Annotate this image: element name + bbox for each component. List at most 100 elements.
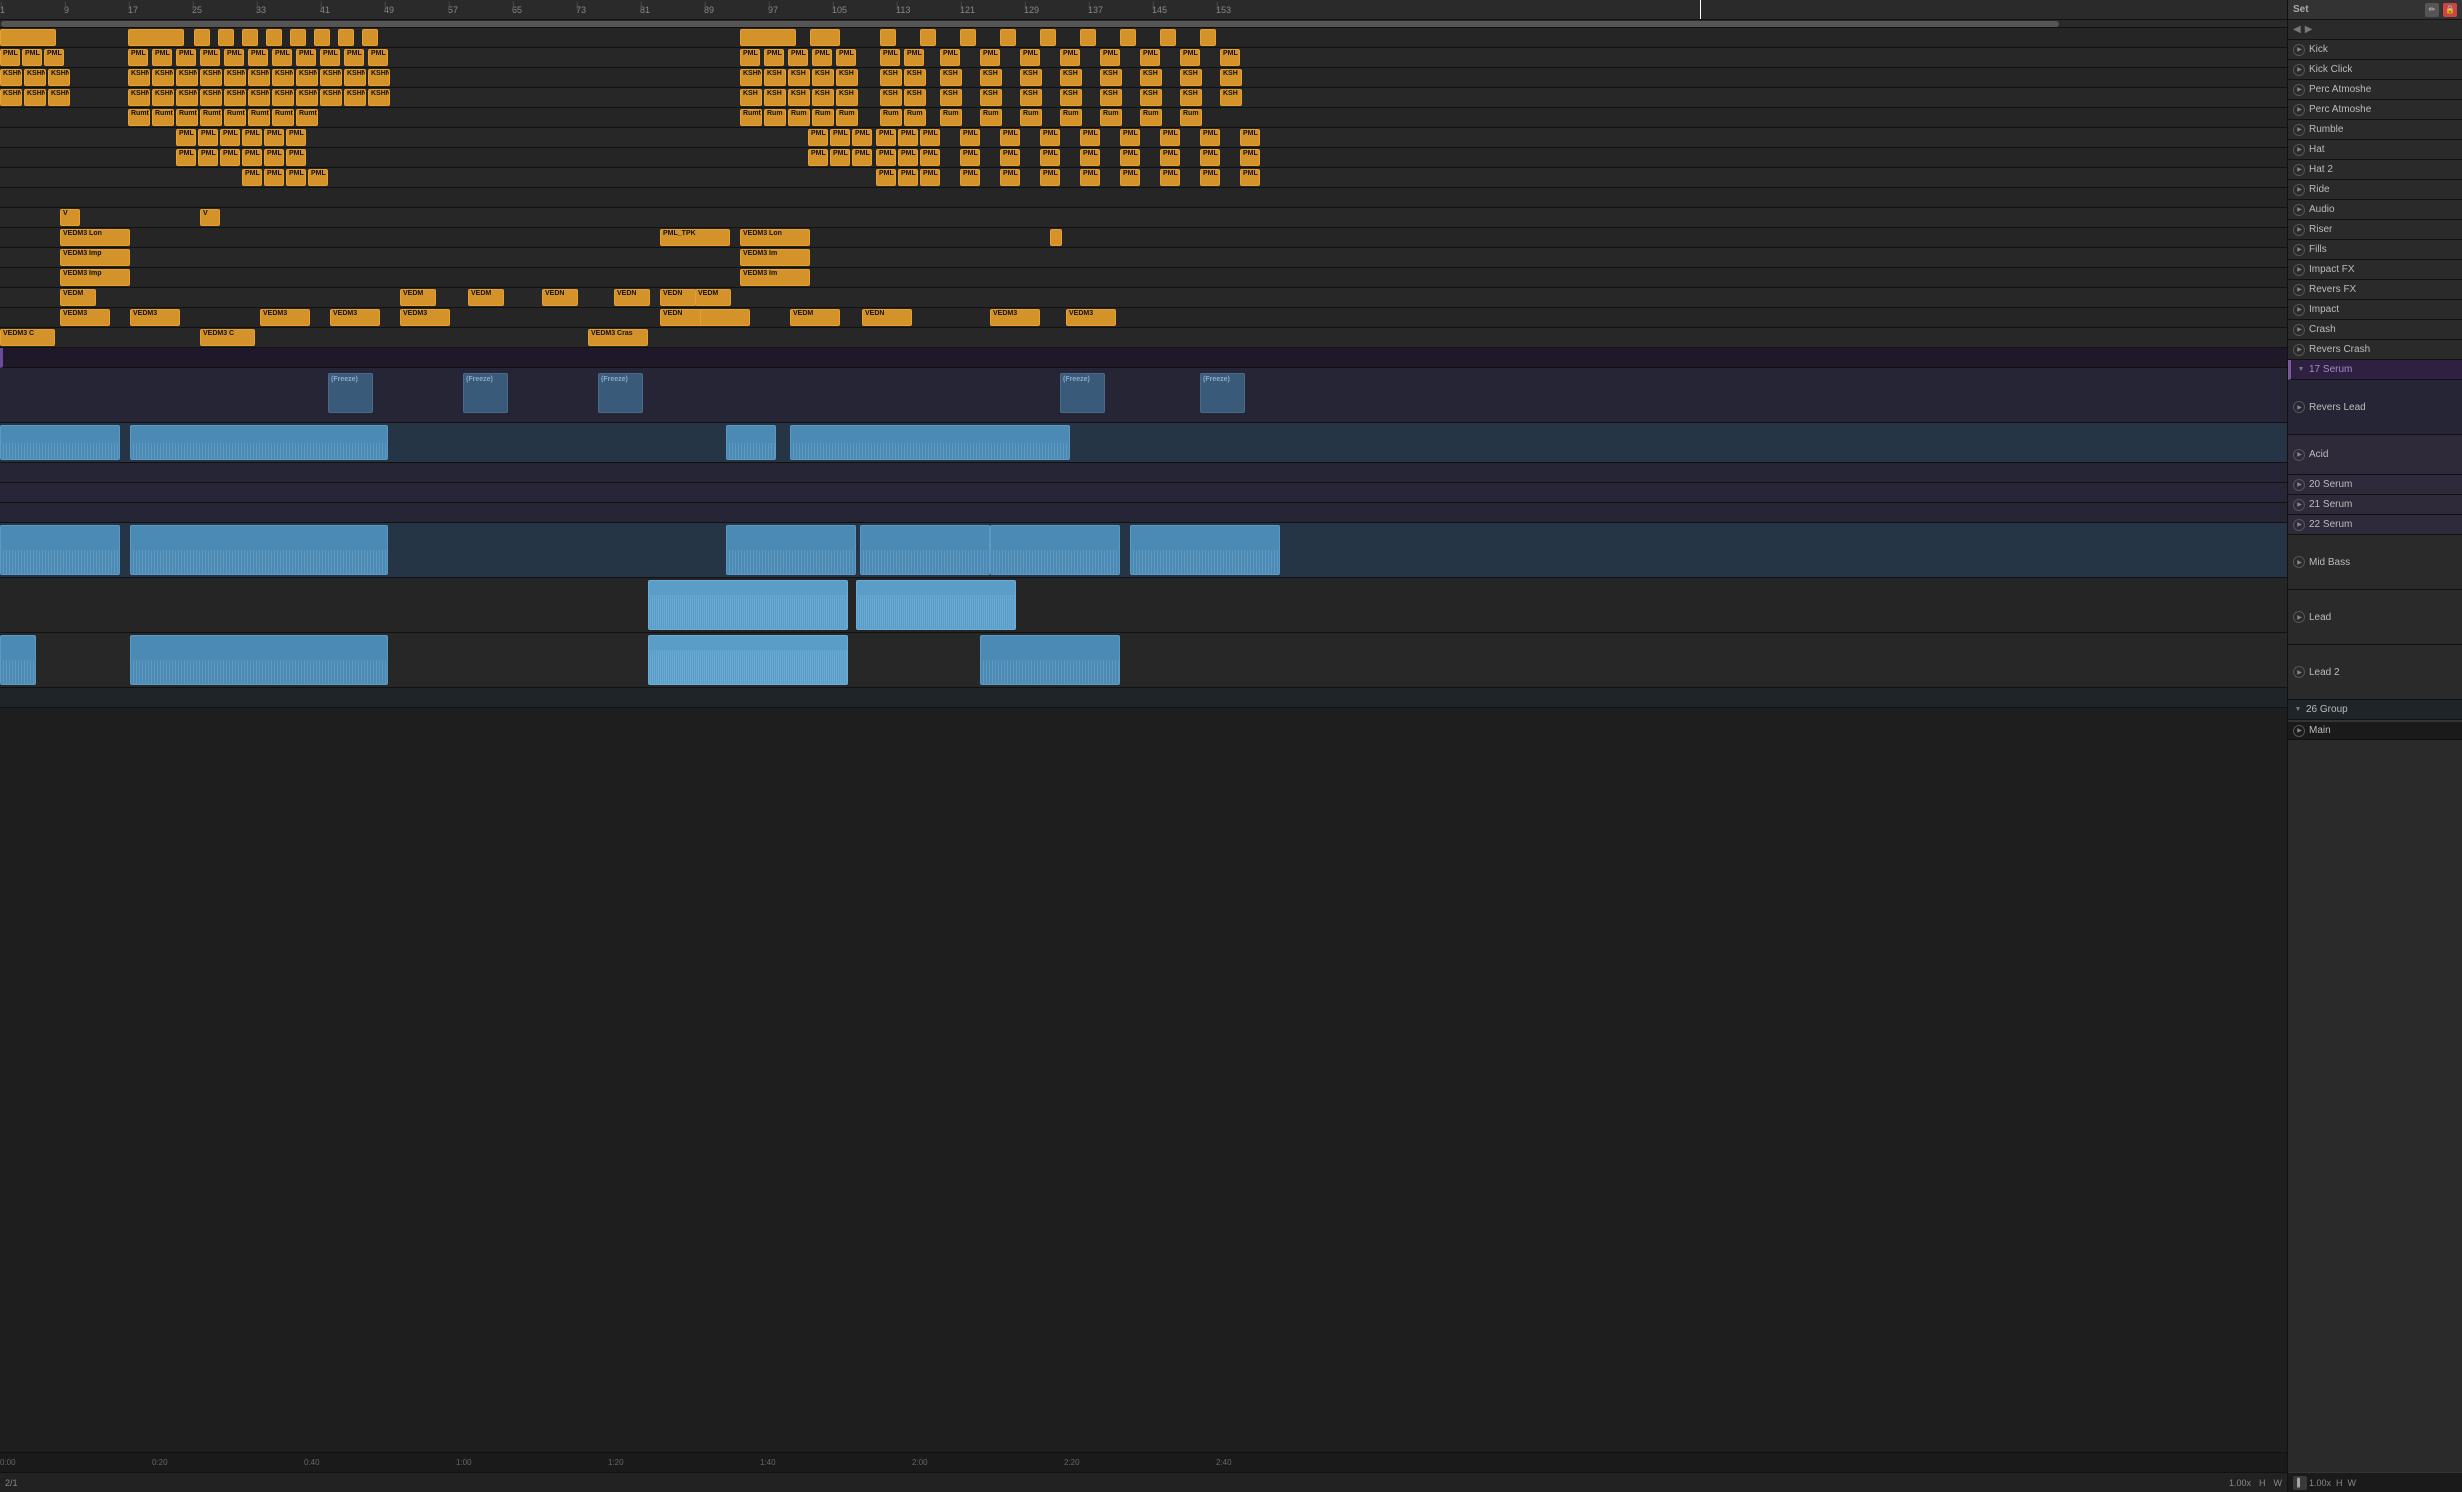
- clip-kick-19[interactable]: [1120, 29, 1136, 46]
- clip-freeze-2[interactable]: (Freeze): [463, 373, 508, 413]
- clip-pml6-6[interactable]: PML: [286, 129, 306, 146]
- play-btn-lead2[interactable]: [2293, 666, 2305, 678]
- clip-kshn3-8[interactable]: KSHN: [224, 69, 246, 86]
- clip-rumt-10[interactable]: Rum: [764, 109, 786, 126]
- clip-pml7-15[interactable]: PML: [1040, 149, 1060, 166]
- clip-crash-7[interactable]: [700, 309, 750, 326]
- clip-pml7-9[interactable]: PML: [852, 149, 872, 166]
- clip-pml6-11[interactable]: PML: [898, 129, 918, 146]
- play-btn-main[interactable]: [2293, 725, 2305, 737]
- clip-kshn3-7[interactable]: KSHN: [200, 69, 222, 86]
- clip-kshn4-6[interactable]: KSHN: [176, 89, 198, 106]
- clip-kshn4-4[interactable]: KSHN: [128, 89, 150, 106]
- clip-pml6-10[interactable]: PML: [876, 129, 896, 146]
- clip-kshn-29[interactable]: PML: [1220, 49, 1240, 66]
- clip-rumt-18[interactable]: Rum: [1020, 109, 1042, 126]
- clip-kshn4-29[interactable]: KSH: [1220, 89, 1242, 106]
- track-item-21-serum[interactable]: 21 Serum: [2288, 495, 2462, 515]
- play-btn-lead[interactable]: [2293, 611, 2305, 623]
- nav-right[interactable]: ▶: [2305, 24, 2313, 35]
- track-item-hat[interactable]: Hat: [2288, 140, 2462, 160]
- clip-kshn4-8[interactable]: KSHN: [224, 89, 246, 106]
- clip-kshn3-12[interactable]: KSHN: [320, 69, 342, 86]
- clip-kick-9[interactable]: [338, 29, 354, 46]
- clip-kshn3-5[interactable]: KSHN: [152, 69, 174, 86]
- clip-kshn-23[interactable]: PML: [980, 49, 1000, 66]
- clip-pml6-3[interactable]: PML: [220, 129, 240, 146]
- clip-kshn4-2[interactable]: KSHN: [24, 89, 46, 106]
- track-item-20-serum[interactable]: 20 Serum: [2288, 475, 2462, 495]
- collapse-btn-26-group[interactable]: [2293, 705, 2303, 715]
- clip-pml7-10[interactable]: PML: [876, 149, 896, 166]
- clip-kshn3-3[interactable]: KSHN: [48, 69, 70, 86]
- clip-pml7-13[interactable]: PML: [960, 149, 980, 166]
- clip-rumt-13[interactable]: Rum: [836, 109, 858, 126]
- clip-fills-3[interactable]: VEDM3 Lon: [740, 229, 810, 246]
- clip-pml8-7[interactable]: PML: [920, 169, 940, 186]
- clip-rumt-5[interactable]: Rumt: [224, 109, 246, 126]
- clip-rumt-6[interactable]: Rumt: [248, 109, 270, 126]
- clip-pml8-14[interactable]: PML: [1200, 169, 1220, 186]
- clip-lead2-1[interactable]: [0, 635, 36, 685]
- clip-kshn-3[interactable]: PML: [44, 49, 64, 66]
- play-btn-kick[interactable]: [2293, 44, 2305, 56]
- clip-pml7-12[interactable]: PML: [920, 149, 940, 166]
- clip-kshn3-22[interactable]: KSH: [940, 69, 962, 86]
- clip-imp-1[interactable]: VEDM: [60, 289, 96, 306]
- clip-kshn4-17[interactable]: KSH: [788, 89, 810, 106]
- clip-kshn-15[interactable]: PML: [740, 49, 760, 66]
- clip-crash-11[interactable]: VEDM3: [1066, 309, 1116, 326]
- header-btn-pencil[interactable]: ✏: [2425, 3, 2439, 17]
- clip-kshn3-13[interactable]: KSHN: [344, 69, 366, 86]
- clip-kshn-25[interactable]: PML: [1060, 49, 1080, 66]
- clip-freeze-1[interactable]: (Freeze): [328, 373, 373, 413]
- play-btn-hat2[interactable]: [2293, 164, 2305, 176]
- clip-pml7-14[interactable]: PML: [1000, 149, 1020, 166]
- track-item-lead[interactable]: Lead: [2288, 590, 2462, 645]
- play-btn-riser[interactable]: [2293, 224, 2305, 236]
- clip-kshn4-16[interactable]: KSH: [764, 89, 786, 106]
- clip-midbass-6[interactable]: [1130, 525, 1280, 575]
- track-item-main[interactable]: Main: [2288, 720, 2462, 740]
- clip-rumt-15[interactable]: Rum: [904, 109, 926, 126]
- clip-rumt-1[interactable]: Rumt: [128, 109, 150, 126]
- clip-acid-4[interactable]: [790, 425, 1070, 460]
- clip-fills-1[interactable]: VEDM3 Lon: [60, 229, 130, 246]
- clip-lead2-4[interactable]: [980, 635, 1120, 685]
- clip-kshn3-20[interactable]: KSH: [880, 69, 902, 86]
- play-btn-perc1[interactable]: [2293, 84, 2305, 96]
- clip-rumt-21[interactable]: Rum: [1140, 109, 1162, 126]
- clip-kshn3-2[interactable]: KSHN: [24, 69, 46, 86]
- header-btn-lock[interactable]: 🔒: [2443, 3, 2457, 17]
- clip-rumt-9[interactable]: Rumt: [740, 109, 762, 126]
- track-item-revers-lead[interactable]: Revers Lead: [2288, 380, 2462, 435]
- clip-kshn-26[interactable]: PML: [1100, 49, 1120, 66]
- clip-pml8-1[interactable]: PML: [242, 169, 262, 186]
- clip-pml8-10[interactable]: PML: [1040, 169, 1060, 186]
- clip-pml8-2[interactable]: PML: [264, 169, 284, 186]
- clip-acid-1[interactable]: [0, 425, 120, 460]
- clip-pml7-16[interactable]: PML: [1080, 149, 1100, 166]
- clip-imp-7[interactable]: VEDM: [695, 289, 731, 306]
- clip-rfx-1[interactable]: VEDM3 Imp: [60, 269, 130, 286]
- clip-kshn4-1[interactable]: KSHN: [0, 89, 22, 106]
- clip-kshn-22[interactable]: PML: [940, 49, 960, 66]
- clip-pml7-5[interactable]: PML: [264, 149, 284, 166]
- clip-kshn-12[interactable]: PML: [320, 49, 340, 66]
- clip-acid-3[interactable]: [726, 425, 776, 460]
- clip-pml8-11[interactable]: PML: [1080, 169, 1100, 186]
- clip-kick-11[interactable]: [740, 29, 796, 46]
- clip-kshn4-26[interactable]: KSH: [1100, 89, 1122, 106]
- track-item-17-serum[interactable]: 17 Serum: [2288, 360, 2462, 380]
- track-item-fills[interactable]: Fills: [2288, 240, 2462, 260]
- clip-pml7-6[interactable]: PML: [286, 149, 306, 166]
- play-btn-21-serum[interactable]: [2293, 499, 2305, 511]
- clip-imp-3[interactable]: VEDM: [468, 289, 504, 306]
- track-item-impact[interactable]: Impact: [2288, 300, 2462, 320]
- clip-kshn-19[interactable]: PML: [836, 49, 856, 66]
- clip-pml6-20[interactable]: PML: [1240, 129, 1260, 146]
- clip-lead2-2[interactable]: [130, 635, 388, 685]
- clip-pml6-5[interactable]: PML: [264, 129, 284, 146]
- clip-rumt-8[interactable]: Rumt: [296, 109, 318, 126]
- clip-pml6-7[interactable]: PML: [808, 129, 828, 146]
